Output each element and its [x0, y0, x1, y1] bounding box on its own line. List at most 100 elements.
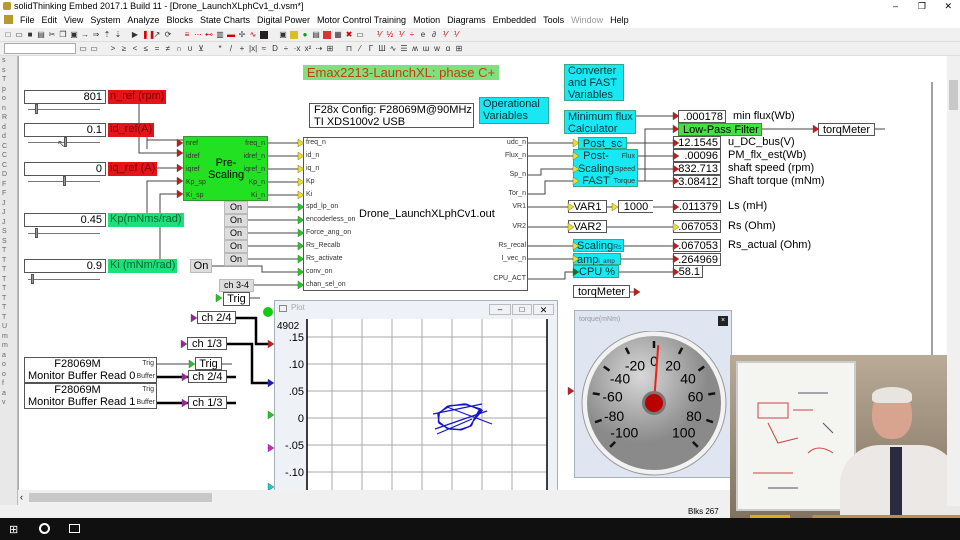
- plot-area[interactable]: .15 .10 .05 0 -.05 -.10 4902: [277, 319, 557, 493]
- y-tick-label: -.05: [285, 440, 304, 452]
- gauge-tick-label: -100: [610, 425, 638, 441]
- rs-activate-button[interactable]: On: [224, 253, 248, 266]
- main-output-port-label: CPU_ACT: [493, 275, 526, 282]
- main-input-port-label: Force_ang_on: [306, 229, 352, 236]
- vertical-scrollbar[interactable]: [947, 56, 960, 506]
- gauge-tick-label: 60: [688, 388, 704, 404]
- port-label: Buffer: [136, 399, 155, 406]
- main-input-port-label: id_n: [306, 152, 320, 159]
- horizontal-scroll-thumb[interactable]: [29, 493, 212, 502]
- amp-block[interactable]: ampi_amp: [573, 253, 621, 266]
- slider-value-iq-ref[interactable]: 0: [24, 162, 106, 176]
- port-label: Rs: [613, 244, 622, 251]
- main-output-port-label: VR2: [512, 223, 526, 230]
- main-input-port-label: spd_lp_on: [306, 203, 339, 210]
- port-label: idref: [186, 153, 200, 160]
- encoderless-on-button[interactable]: On: [224, 214, 248, 227]
- display-label: shaft speed (rpm): [728, 162, 815, 174]
- label-id-ref: id_ref(A): [108, 123, 155, 137]
- y-tick-label: .15: [289, 332, 304, 344]
- force-ang-on-button[interactable]: On: [224, 227, 248, 240]
- slider-handle-kp[interactable]: [35, 228, 38, 238]
- slider-value-ki[interactable]: 0.9: [24, 259, 106, 273]
- gauge-tick-label: -20: [625, 358, 645, 374]
- gauge-window[interactable]: torque(mNm) × -100 -80 -60 -40 -20 0 20 40 60 80 1…: [574, 310, 732, 478]
- plot-minimize-button[interactable]: –: [489, 304, 511, 315]
- display-label: min flux(Wb): [733, 110, 795, 122]
- y-tick-label: 0: [298, 413, 304, 425]
- presenter-hair: [872, 387, 912, 403]
- port-label: iqref: [186, 166, 200, 173]
- label-kp: Kp(mNms/rad): [108, 213, 184, 227]
- post-scaling-block[interactable]: Post- Scaling FAST Flux Speed Torque: [573, 149, 638, 187]
- gain-block[interactable]: 1000: [618, 200, 653, 213]
- gauge-tick-label: 40: [680, 370, 696, 386]
- display-label: Rs_actual (Ohm): [728, 239, 812, 251]
- port-label: Ki_sp: [186, 192, 204, 199]
- plot-window[interactable]: Plot – □ ✕ .15 .10 .05 0 -.05 -.10 4902: [274, 300, 558, 493]
- ch13-label-top[interactable]: ch 1/3: [187, 337, 227, 350]
- low-pass-filter-block[interactable]: Low-Pass Filter: [678, 123, 762, 136]
- config-line: TI XDS100v2 USB: [314, 116, 406, 128]
- conv-on-button[interactable]: On: [190, 259, 212, 273]
- post-sc-block[interactable]: Post_sc: [578, 137, 627, 150]
- scaling-block[interactable]: ScalingRs: [573, 239, 624, 252]
- torqmeter-from[interactable]: torqMeter: [573, 285, 630, 298]
- main-output-port-label: Flux_n: [504, 152, 526, 159]
- slider-value-kp[interactable]: 0.45: [24, 213, 106, 227]
- var1-block[interactable]: VAR1: [568, 200, 607, 213]
- trig-label[interactable]: Trig: [195, 357, 222, 370]
- trig-block[interactable]: Trig: [223, 292, 250, 306]
- gauge-window-title: torque(mNm): [579, 316, 621, 323]
- monitor-buffer-read-0[interactable]: F28069M Monitor Buffer Read 0 Trig Buffe…: [24, 357, 157, 383]
- main-output-port-label: Rs_recal: [498, 242, 526, 249]
- port-label: Kp_sp: [186, 179, 206, 186]
- main-input-port-label: Ki: [306, 191, 313, 198]
- port-label: Kp_n: [248, 179, 265, 186]
- main-input-port-label: conv_on: [306, 268, 333, 275]
- main-input-port-label: encoderless_on: [306, 216, 356, 223]
- cpu-block[interactable]: CPU %: [573, 265, 619, 278]
- gauge-close-button[interactable]: ×: [718, 316, 728, 326]
- presenter-video: [730, 355, 960, 540]
- var2-block[interactable]: VAR2: [568, 220, 607, 233]
- slider-value-n-ref[interactable]: 801: [24, 90, 106, 104]
- plot-close-button[interactable]: ✕: [533, 304, 554, 315]
- torqmeter-goto[interactable]: torqMeter: [818, 123, 875, 136]
- main-input-port-label: freq_n: [306, 139, 326, 146]
- gauge-tick: [592, 392, 600, 396]
- spd-lp-on-button[interactable]: On: [224, 201, 248, 214]
- slider-track-kp[interactable]: [28, 233, 100, 234]
- main-compound-block[interactable]: Drone_LaunchXLphCv1.out: [303, 137, 528, 291]
- ch24-label[interactable]: ch 2/4: [188, 370, 227, 383]
- y-tick-label: .05: [289, 386, 304, 398]
- slider-track-n-ref[interactable]: [28, 109, 100, 110]
- slider-track-ki[interactable]: [28, 279, 100, 280]
- rs-recalb-button[interactable]: On: [224, 240, 248, 253]
- display-value: .000178: [678, 110, 726, 123]
- config-block[interactable]: F28x Config: F28069M@90MHz TI XDS100v2 U…: [309, 103, 474, 128]
- plot-maximize-button[interactable]: □: [512, 304, 532, 315]
- display-label: Ls (mH): [728, 200, 768, 212]
- main-input-port-label: chan_sel_on: [306, 281, 346, 288]
- search-icon[interactable]: [39, 523, 50, 534]
- task-view-icon[interactable]: [69, 524, 80, 533]
- ch24-label-top[interactable]: ch 2/4: [197, 311, 236, 324]
- status-led-icon: [263, 307, 273, 317]
- slider-handle-iq-ref[interactable]: [63, 176, 66, 186]
- slider-value-id-ref[interactable]: 0.1: [24, 123, 106, 137]
- ch13-label[interactable]: ch 1/3: [188, 396, 227, 409]
- port-label: Trig: [142, 386, 154, 393]
- chan-sel-button[interactable]: ch 3-4: [219, 279, 254, 292]
- windows-start-icon[interactable]: ⊞: [9, 523, 18, 536]
- monitor-buffer-read-1[interactable]: F28069M Monitor Buffer Read 1 Trig Buffe…: [24, 383, 157, 409]
- scroll-left-icon[interactable]: ‹: [20, 492, 23, 502]
- port-label: Flux: [621, 153, 635, 160]
- slider-handle-n-ref[interactable]: [35, 104, 38, 114]
- min-flux-calculator[interactable]: Minimum flux Calculator: [564, 110, 636, 135]
- display-label: Rs (Ohm): [728, 220, 776, 232]
- slider-handle-ki[interactable]: [31, 274, 34, 284]
- prescaling-block[interactable]: Pre-Scaling nref idref iqref Kp_sp Ki_sp…: [183, 136, 268, 201]
- main-input-port-label: iq_n: [306, 165, 320, 172]
- vertical-scroll-thumb[interactable]: [949, 80, 958, 110]
